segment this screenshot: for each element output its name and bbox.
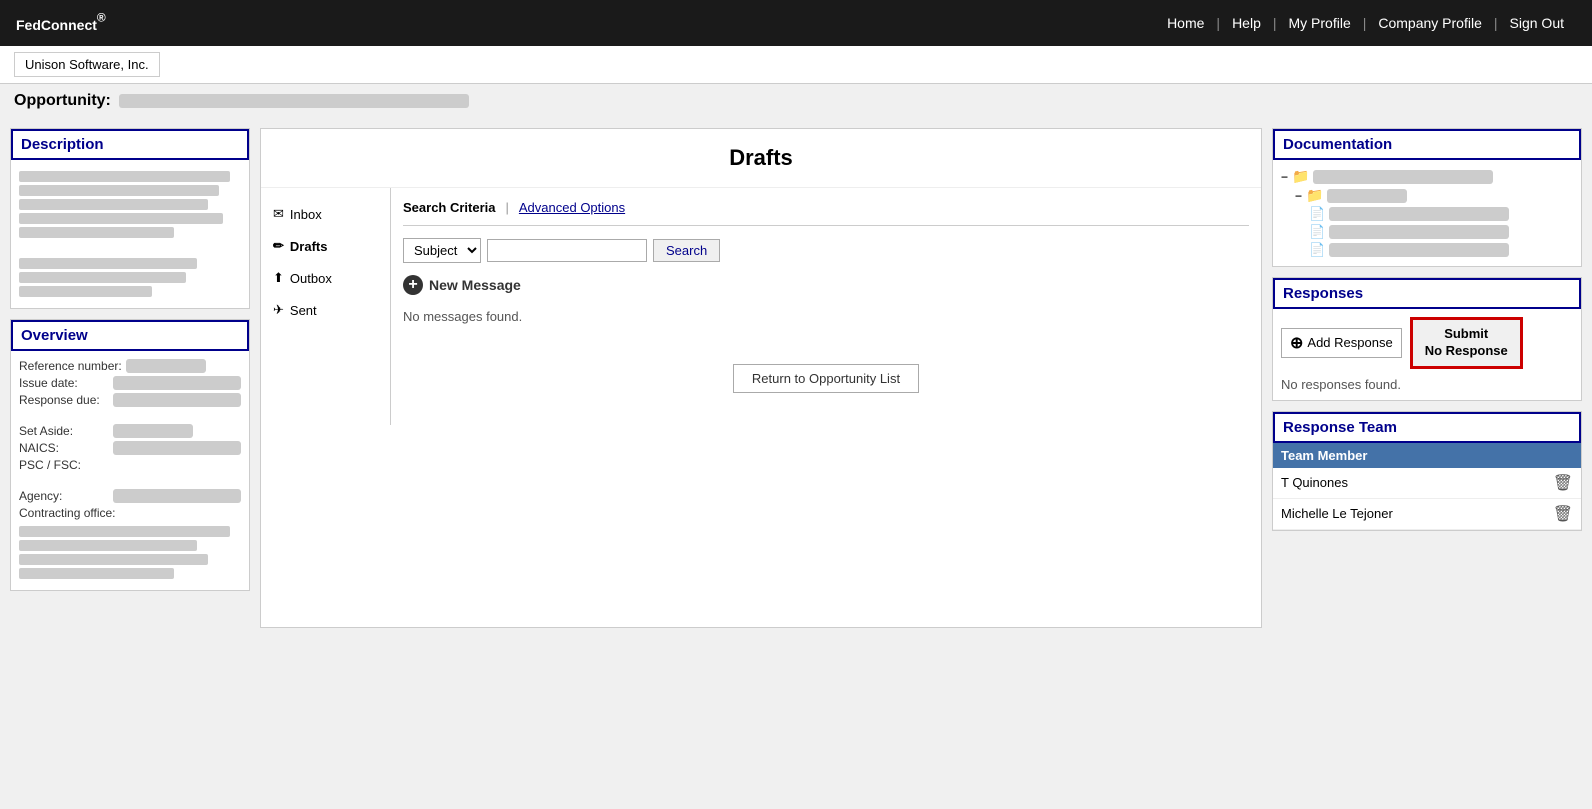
nav-sign-out[interactable]: Sign Out [1498,15,1576,31]
nav-company-profile[interactable]: Company Profile [1366,15,1494,31]
brand-suffix: ® [97,11,106,25]
nav-home[interactable]: Home [1155,15,1216,31]
doc-tree-folder-root: − 📁 [1281,168,1573,185]
team-member-1-delete-cell: 🗑 [1545,468,1581,499]
search-criteria-label: Search Criteria [403,200,496,215]
delete-member-1-button[interactable]: 🗑 [1553,473,1573,493]
documentation-panel: Documentation − 📁 − 📁 📄 📄 [1272,128,1582,267]
responses-actions: ⊕ Add Response SubmitNo Response [1281,317,1573,369]
overview-body: Reference number: Issue date: Response d… [11,351,249,590]
nav-my-profile[interactable]: My Profile [1277,15,1363,31]
description-title: Description [11,129,249,160]
sidebar-item-drafts[interactable]: ✏ Drafts [261,230,390,262]
sidebar-item-sent[interactable]: ✈ Sent [261,294,390,326]
overview-row-response: Response due: [19,393,241,407]
nav-help[interactable]: Help [1220,15,1273,31]
add-response-button[interactable]: ⊕ Add Response [1281,328,1402,358]
message-sidebar: ✉ Inbox ✏ Drafts ⬆ Outbox ✈ Sent [261,188,391,425]
company-badge: Unison Software, Inc. [14,52,160,77]
team-member-1-name: T Quinones [1273,468,1545,499]
return-to-opportunity-button[interactable]: Return to Opportunity List [733,364,919,393]
doc-tree: − 📁 − 📁 📄 📄 📄 [1273,160,1581,266]
left-panel: Description Overview Reference number: [10,128,250,591]
add-icon: ⊕ [1290,333,1303,353]
overview-title: Overview [11,320,249,351]
doc-item-3[interactable]: 📄 [1281,242,1573,258]
plus-icon: + [403,275,423,295]
submit-no-response-button[interactable]: SubmitNo Response [1410,317,1523,369]
search-subject-select[interactable]: Subject [403,238,481,263]
advanced-options-link[interactable]: Advanced Options [519,200,625,215]
no-messages-text: No messages found. [403,309,1249,324]
team-member-2-delete-cell: 🗑 [1545,498,1581,529]
team-row-1: T Quinones 🗑 [1273,468,1581,499]
description-panel: Description [10,128,250,309]
new-message-label: New Message [429,277,521,293]
drafts-inner: ✉ Inbox ✏ Drafts ⬆ Outbox ✈ Sent [261,188,1261,425]
company-name: Unison Software, Inc. [25,57,149,72]
add-response-label: Add Response [1307,335,1392,350]
overview-panel: Overview Reference number: Issue date: R… [10,319,250,591]
sidebar-item-inbox[interactable]: ✉ Inbox [261,198,390,230]
folder-icon: 📁 [1292,168,1309,185]
responses-title: Responses [1273,278,1581,309]
search-button[interactable]: Search [653,239,720,262]
team-member-col-header: Team Member [1273,443,1545,468]
overview-row-refnum: Reference number: [19,359,241,373]
search-criteria-bar: Search Criteria | Advanced Options [403,200,1249,226]
opportunity-name-blurred [119,94,469,108]
responses-body: ⊕ Add Response SubmitNo Response No resp… [1273,309,1581,400]
outbox-icon: ⬆ [273,270,284,286]
doc-tree-folder-sub: − 📁 [1281,187,1573,204]
outbox-label: Outbox [290,271,332,286]
overview-row-agency: Agency: [19,489,241,503]
description-body [11,160,249,308]
nav-links: Home | Help | My Profile | Company Profi… [1155,15,1576,31]
overview-row-contracting: Contracting office: [19,506,241,520]
folder-icon-2: 📁 [1306,187,1323,204]
drafts-main-area: Search Criteria | Advanced Options Subje… [391,188,1261,425]
minus-icon: − [1281,170,1288,184]
sent-label: Sent [290,303,317,318]
doc-item-2[interactable]: 📄 [1281,224,1573,240]
drafts-panel: Drafts ✉ Inbox ✏ Drafts ⬆ Outbox ✈ Se [260,128,1262,628]
doc-icon-3: 📄 [1309,242,1325,258]
doc-icon-2: 📄 [1309,224,1325,240]
brand-logo: FedConnect® [16,10,106,36]
team-table: Team Member T Quinones 🗑 Michelle Le Tej… [1273,443,1581,530]
inbox-label: Inbox [290,207,322,222]
search-row: Subject Search [403,238,1249,263]
sub-header: Unison Software, Inc. [0,46,1592,84]
delete-member-2-button[interactable]: 🗑 [1553,504,1573,524]
drafts-icon: ✏ [273,238,284,254]
drafts-label: Drafts [290,239,328,254]
search-input[interactable] [487,239,647,262]
new-message-button[interactable]: + New Message [403,275,1249,295]
opportunity-bar: Opportunity: [0,84,1592,118]
overview-row-naics: NAICS: [19,441,241,455]
right-panel: Documentation − 📁 − 📁 📄 📄 [1272,128,1582,531]
documentation-title: Documentation [1273,129,1581,160]
minus-icon-2: − [1295,189,1302,203]
overview-row-issue: Issue date: [19,376,241,390]
responses-panel: Responses ⊕ Add Response SubmitNo Respon… [1272,277,1582,401]
inbox-icon: ✉ [273,206,284,222]
drafts-title: Drafts [261,129,1261,188]
response-team-panel: Response Team Team Member T Quinones 🗑 [1272,411,1582,531]
team-row-2: Michelle Le Tejoner 🗑 [1273,498,1581,529]
return-button-row: Return to Opportunity List [403,364,1249,413]
sent-icon: ✈ [273,302,284,318]
team-member-2-name: Michelle Le Tejoner [1273,498,1545,529]
doc-icon-1: 📄 [1309,206,1325,222]
main-content: Description Overview Reference number: [0,118,1592,638]
opportunity-title: Opportunity: [14,92,1578,110]
doc-item-1[interactable]: 📄 [1281,206,1573,222]
response-team-title: Response Team [1273,412,1581,443]
sidebar-item-outbox[interactable]: ⬆ Outbox [261,262,390,294]
top-navigation: FedConnect® Home | Help | My Profile | C… [0,0,1592,46]
no-responses-text: No responses found. [1281,377,1573,392]
overview-row-psc: PSC / FSC: [19,458,241,472]
team-delete-col-header [1545,443,1581,468]
overview-row-setaside: Set Aside: [19,424,241,438]
